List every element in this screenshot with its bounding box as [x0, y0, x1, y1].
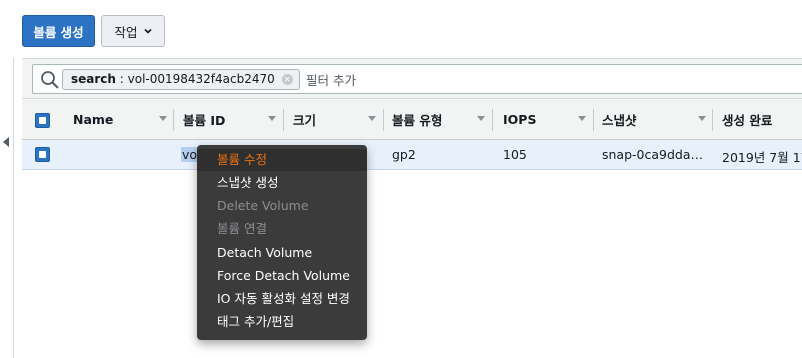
menu-item-force-detach-volume[interactable]: Force Detach Volume: [197, 265, 367, 287]
search-icon: [41, 71, 59, 89]
column-header-size[interactable]: 크기: [293, 99, 383, 140]
search-input[interactable]: search : vol-00198432f4acb2470 ✕ 필터 추가: [32, 64, 802, 94]
cell-created: 2019년 7월 17: [722, 150, 802, 165]
menu-item-change-auto-enable-io[interactable]: IO 자동 활성화 설정 변경: [197, 288, 367, 310]
side-panel-toggle[interactable]: [0, 58, 14, 358]
menu-item-attach-volume: 볼륨 연결: [217, 221, 267, 236]
token-value: : vol-00198432f4acb2470: [115, 72, 275, 86]
menu-item-create-snapshot[interactable]: 스냅샷 생성: [197, 172, 367, 194]
menu-item-delete-volume: Delete Volume: [217, 198, 309, 213]
toolbar: 볼륨 생성 작업: [0, 0, 802, 58]
sort-icon: [477, 116, 485, 121]
menu-item-edit-tags[interactable]: 태그 추가/편집: [197, 311, 367, 333]
chevron-down-icon: [143, 28, 152, 34]
menu-item-detach-volume[interactable]: Detach Volume: [197, 242, 367, 264]
sort-icon: [368, 116, 376, 121]
column-header-volume-type[interactable]: 볼륨 유형: [392, 99, 492, 140]
actions-label: 작업: [114, 24, 138, 40]
menu-item-modify-volume[interactable]: 볼륨 수정: [197, 149, 367, 171]
sort-icon: [578, 116, 586, 121]
sort-icon: [268, 116, 276, 121]
create-volume-label: 볼륨 생성: [33, 24, 84, 40]
actions-button[interactable]: 작업: [101, 15, 165, 47]
filter-bar: search : vol-00198432f4acb2470 ✕ 필터 추가: [22, 58, 802, 98]
collapse-arrow-icon: [3, 137, 9, 147]
clear-token-icon[interactable]: ✕: [281, 74, 293, 85]
cell-snapshot[interactable]: snap-0ca9dda…: [602, 147, 703, 162]
column-header-volume-id[interactable]: 볼륨 ID: [183, 99, 283, 140]
search-filter-token[interactable]: search : vol-00198432f4acb2470 ✕: [62, 69, 300, 90]
context-menu: 볼륨 수정 스냅샷 생성 Delete Volume 볼륨 연결 Detach …: [197, 145, 367, 340]
sort-icon: [698, 116, 706, 121]
table-row[interactable]: vol gp2 105 snap-0ca9dda… 2019년 7월 17: [22, 140, 802, 170]
column-header-iops[interactable]: IOPS: [503, 99, 593, 140]
cell-iops: 105: [503, 147, 527, 162]
table-header: Name 볼륨 ID 크기 볼륨 유형 IOPS 스냅샷 생성 완료: [22, 98, 802, 140]
create-volume-button[interactable]: 볼륨 생성: [22, 15, 95, 47]
search-placeholder: 필터 추가: [306, 73, 356, 88]
row-checkbox[interactable]: [35, 147, 50, 162]
cell-volume-type: gp2: [392, 147, 416, 162]
column-header-name[interactable]: Name: [73, 99, 173, 140]
token-key: search: [71, 72, 116, 86]
column-header-snapshot[interactable]: 스냅샷: [602, 99, 712, 140]
select-all-checkbox[interactable]: [35, 113, 50, 128]
column-header-created[interactable]: 생성 완료: [722, 99, 802, 140]
sort-icon: [159, 116, 167, 121]
